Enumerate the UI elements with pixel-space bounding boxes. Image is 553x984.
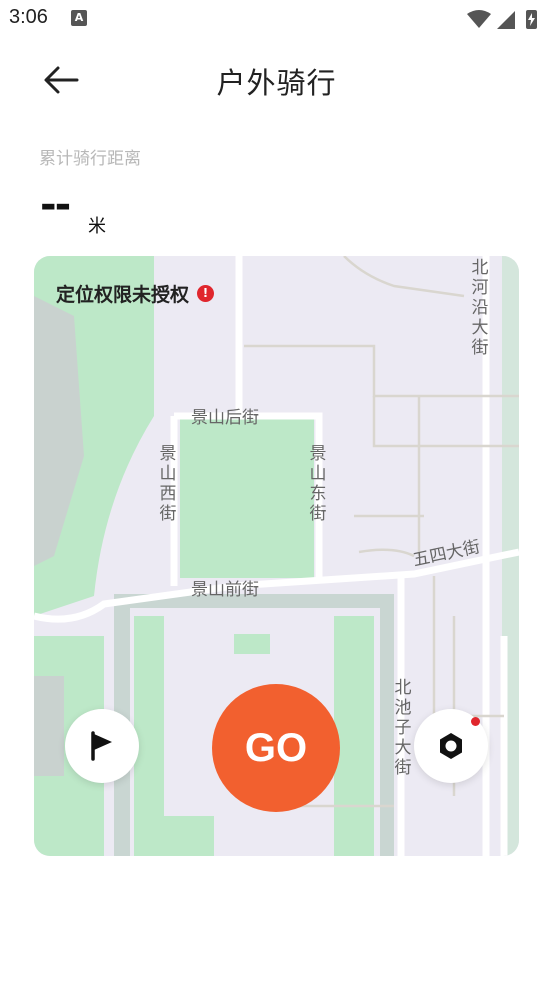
distance-unit: 米	[88, 216, 106, 237]
street-label: 景山西街	[159, 444, 177, 524]
status-bar: 3:06 A	[0, 0, 553, 38]
street-label: 北河沿大街	[471, 258, 489, 358]
notification-dot	[471, 717, 480, 726]
notification-icon: A	[71, 10, 87, 26]
settings-icon	[440, 733, 462, 759]
street-label: 景山东街	[309, 444, 327, 524]
permission-text: 定位权限未授权	[56, 284, 190, 306]
status-icons	[467, 10, 537, 29]
go-button[interactable]: GO	[212, 684, 340, 812]
street-label: 景山前街	[191, 580, 259, 600]
distance-value: --	[40, 182, 71, 228]
map-view[interactable]: 定位权限未授权 ! 景山后街 景山西街 景山东街 景山前街 五四大街 北河沿大街…	[34, 256, 519, 856]
warning-icon: !	[197, 285, 215, 302]
route-flag-button[interactable]	[65, 709, 139, 783]
permission-warning[interactable]: 定位权限未授权 !	[56, 280, 215, 307]
page-title: 户外骑行	[216, 66, 337, 100]
street-label: 景山后街	[191, 408, 259, 428]
wifi-icon	[467, 10, 491, 28]
distance-label: 累计骑行距离	[39, 149, 141, 169]
street-label: 北池子大街	[394, 678, 412, 778]
signal-icon	[497, 11, 515, 29]
flag-icon	[91, 731, 112, 761]
settings-button[interactable]	[414, 709, 488, 783]
status-time: 3:06	[9, 6, 48, 28]
